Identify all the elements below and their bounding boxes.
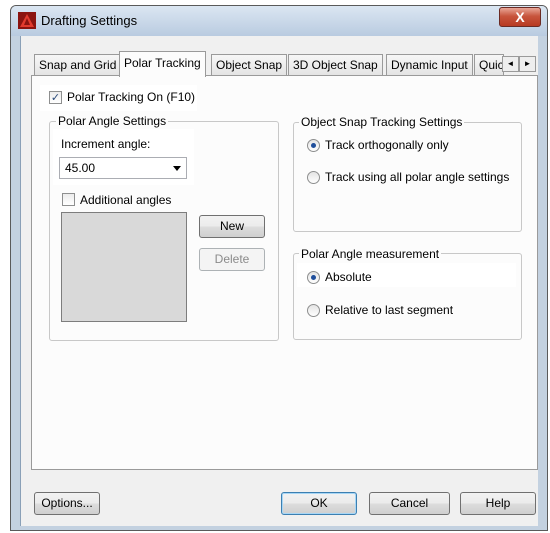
- increment-angle-label: Increment angle:: [61, 137, 151, 151]
- tab-scroll-left-icon[interactable]: ◄: [502, 56, 519, 72]
- additional-angles-checkbox[interactable]: [62, 193, 75, 206]
- increment-angle-value: 45.00: [65, 161, 96, 175]
- track-all-angles-radio[interactable]: [307, 171, 320, 184]
- tab-snap-and-grid[interactable]: Snap and Grid: [34, 54, 122, 76]
- relative-label: Relative to last segment: [325, 303, 454, 317]
- tab-scroll-arrows: ◄ ►: [502, 55, 540, 72]
- track-all-angles-label: Track using all polar angle settings: [325, 170, 510, 184]
- additional-angles-list[interactable]: [61, 212, 187, 322]
- new-angle-button[interactable]: New: [199, 215, 265, 238]
- autocad-app-icon: [18, 12, 36, 29]
- relative-radio[interactable]: [307, 304, 320, 317]
- track-orthogonally-label: Track orthogonally only: [325, 138, 449, 152]
- window-title: Drafting Settings: [41, 13, 138, 28]
- additional-angles-label: Additional angles: [80, 193, 172, 207]
- tab-dynamic-input[interactable]: Dynamic Input: [386, 54, 473, 76]
- polar-angle-settings-legend: Polar Angle Settings: [56, 114, 169, 128]
- track-orthogonally-radio[interactable]: [307, 139, 320, 152]
- dropdown-arrow-icon: [173, 166, 181, 171]
- object-snap-tracking-legend: Object Snap Tracking Settings: [299, 115, 465, 129]
- options-button[interactable]: Options...: [34, 492, 100, 515]
- tab-object-snap[interactable]: Object Snap: [211, 54, 288, 76]
- polar-tracking-label: Polar Tracking On (F10): [67, 90, 196, 104]
- polar-tracking-checkbox[interactable]: ✓: [49, 91, 62, 104]
- ok-button[interactable]: OK: [281, 492, 357, 515]
- tab-scroll-right-icon[interactable]: ►: [519, 56, 536, 72]
- tab-quick-properties[interactable]: Quic: [474, 54, 504, 76]
- close-button[interactable]: X: [499, 7, 541, 27]
- delete-angle-button[interactable]: Delete: [199, 248, 265, 271]
- cancel-button[interactable]: Cancel: [369, 492, 450, 515]
- polar-angle-measurement-legend: Polar Angle measurement: [299, 247, 442, 261]
- absolute-label: Absolute: [325, 270, 372, 284]
- tab-3d-object-snap[interactable]: 3D Object Snap: [288, 54, 383, 76]
- help-button[interactable]: Help: [460, 492, 536, 515]
- tab-polar-tracking[interactable]: Polar Tracking: [119, 51, 206, 77]
- increment-angle-select[interactable]: 45.00: [59, 157, 187, 179]
- absolute-radio[interactable]: [307, 271, 320, 284]
